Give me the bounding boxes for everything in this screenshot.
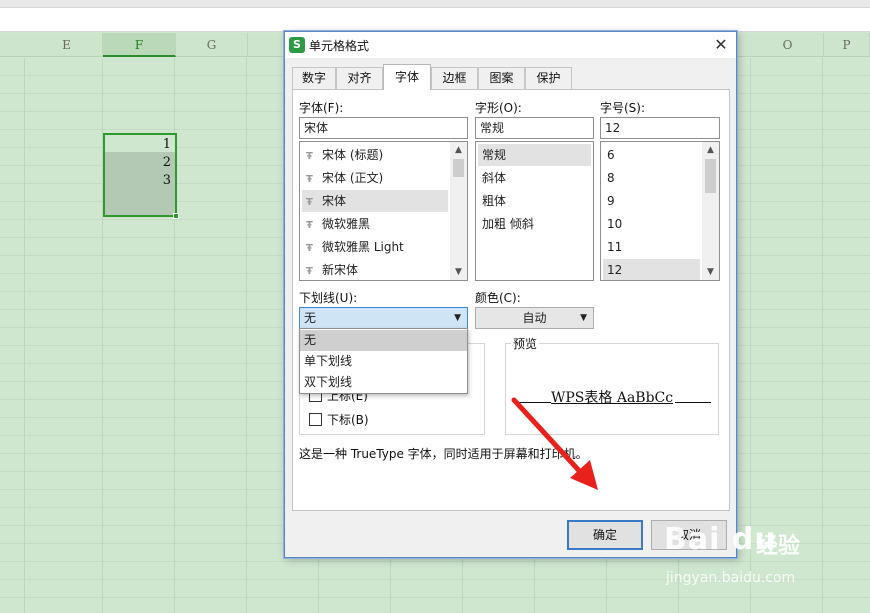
underline-option-none[interactable]: 无 xyxy=(300,330,467,351)
font-item-heading[interactable]: Ŧ 宋体 (标题) xyxy=(302,144,448,166)
style-item-bold-italic[interactable]: 加粗 倾斜 xyxy=(478,213,591,235)
font-item-songti[interactable]: Ŧ 宋体 xyxy=(302,190,448,212)
size-item-12[interactable]: 12 xyxy=(603,259,700,280)
truetype-icon: Ŧ xyxy=(306,266,313,277)
size-item-8[interactable]: 8 xyxy=(603,167,700,189)
truetype-icon: Ŧ xyxy=(306,197,313,208)
truetype-icon: Ŧ xyxy=(306,174,313,185)
style-list[interactable]: 常规 斜体 粗体 加粗 倾斜 xyxy=(475,141,594,281)
underline-select[interactable]: 无 ▼ xyxy=(299,307,468,329)
cell-f3[interactable]: 3 xyxy=(163,173,171,188)
preview-underline-right xyxy=(675,402,711,403)
tab-font[interactable]: 字体 xyxy=(383,64,431,90)
cell-f1[interactable]: 1 xyxy=(163,137,171,152)
font-list-scrollbar[interactable]: ▲ ▼ xyxy=(450,142,467,280)
font-list[interactable]: Ŧ 宋体 (标题) Ŧ 宋体 (正文) Ŧ 宋体 Ŧ 微软雅黑 Ŧ 微软雅黑 Light … xyxy=(299,141,468,281)
underline-label: 下划线(U): xyxy=(299,291,358,305)
font-item-nsimsun[interactable]: Ŧ 新宋体 xyxy=(302,259,448,280)
close-icon: ✕ xyxy=(714,35,728,54)
style-item-bold[interactable]: 粗体 xyxy=(478,190,591,212)
font-input[interactable]: 宋体 xyxy=(299,117,468,139)
tab-alignment[interactable]: 对齐 xyxy=(336,67,383,89)
size-item-9[interactable]: 9 xyxy=(603,190,700,212)
ok-button[interactable]: 确定 xyxy=(567,520,643,550)
wps-spreadsheet-icon: S xyxy=(289,37,305,53)
cell-f2[interactable]: 2 xyxy=(163,155,171,170)
dropdown-arrow-icon: ▼ xyxy=(580,313,587,323)
scroll-thumb[interactable] xyxy=(453,159,464,177)
scroll-up-icon[interactable]: ▲ xyxy=(450,142,467,158)
subscript-label: 下标(B) xyxy=(327,413,369,427)
subscript-checkbox[interactable] xyxy=(309,413,322,426)
font-item-yahei-light[interactable]: Ŧ 微软雅黑 Light xyxy=(302,236,448,258)
close-button[interactable]: ✕ xyxy=(710,34,732,56)
tab-number[interactable]: 数字 xyxy=(292,67,336,89)
baidu-jingyan-watermark: Bai du 经验 jingyan.baidu.com xyxy=(664,522,834,592)
underline-dropdown-list: 无 单下划线 双下划线 xyxy=(299,328,468,394)
column-header-o[interactable]: O xyxy=(752,33,824,57)
truetype-icon: Ŧ xyxy=(306,151,313,162)
underline-value: 无 xyxy=(304,311,317,325)
red-arrow-annotation xyxy=(511,397,598,490)
toolbar-strip xyxy=(0,0,870,8)
size-item-11[interactable]: 11 xyxy=(603,236,700,258)
watermark-url: jingyan.baidu.com xyxy=(666,570,796,586)
font-item-yahei[interactable]: Ŧ 微软雅黑 xyxy=(302,213,448,235)
dropdown-arrow-icon: ▼ xyxy=(454,313,461,323)
fill-handle[interactable] xyxy=(173,213,179,219)
column-header-g[interactable]: G xyxy=(176,33,248,57)
preview-label: 预览 xyxy=(511,335,540,352)
size-list[interactable]: 6 8 9 10 11 12 ▲ ▼ xyxy=(600,141,720,281)
style-label: 字形(O): xyxy=(475,101,522,115)
scroll-down-icon[interactable]: ▼ xyxy=(702,264,719,280)
color-label: 颜色(C): xyxy=(475,291,521,305)
truetype-icon: Ŧ xyxy=(306,220,313,231)
column-header-e[interactable]: E xyxy=(31,33,103,57)
style-item-italic[interactable]: 斜体 xyxy=(478,167,591,189)
scroll-thumb[interactable] xyxy=(705,159,716,193)
formula-bar[interactable] xyxy=(0,8,870,32)
size-input[interactable]: 12 xyxy=(600,117,720,139)
style-item-regular[interactable]: 常规 xyxy=(478,144,591,166)
tab-pattern[interactable]: 图案 xyxy=(478,67,525,89)
size-list-scrollbar[interactable]: ▲ ▼ xyxy=(702,142,719,280)
color-value: 自动 xyxy=(522,311,547,325)
dialog-title: 单元格格式 xyxy=(309,39,370,53)
size-item-10[interactable]: 10 xyxy=(603,213,700,235)
dialog-titlebar[interactable]: S 单元格格式 ✕ xyxy=(285,32,736,58)
font-label: 字体(F): xyxy=(299,101,344,115)
tab-border[interactable]: 边框 xyxy=(431,67,478,89)
tab-protection[interactable]: 保护 xyxy=(525,67,572,89)
column-header-h[interactable] xyxy=(248,33,288,57)
jingyan-text: 经验 xyxy=(756,534,801,559)
column-header-p[interactable]: P xyxy=(824,33,870,57)
size-item-6[interactable]: 6 xyxy=(603,144,700,166)
truetype-icon: Ŧ xyxy=(306,243,313,254)
color-picker-button[interactable]: 自动 ▼ xyxy=(475,307,594,329)
scroll-up-icon[interactable]: ▲ xyxy=(702,142,719,158)
column-header-f[interactable]: F xyxy=(103,33,176,57)
selected-range[interactable]: 1 2 3 xyxy=(103,133,179,219)
size-label: 字号(S): xyxy=(600,101,646,115)
scroll-down-icon[interactable]: ▼ xyxy=(450,264,467,280)
underline-option-single[interactable]: 单下划线 xyxy=(300,351,467,372)
font-item-body[interactable]: Ŧ 宋体 (正文) xyxy=(302,167,448,189)
underline-option-double[interactable]: 双下划线 xyxy=(300,372,467,393)
style-input[interactable]: 常规 xyxy=(475,117,594,139)
